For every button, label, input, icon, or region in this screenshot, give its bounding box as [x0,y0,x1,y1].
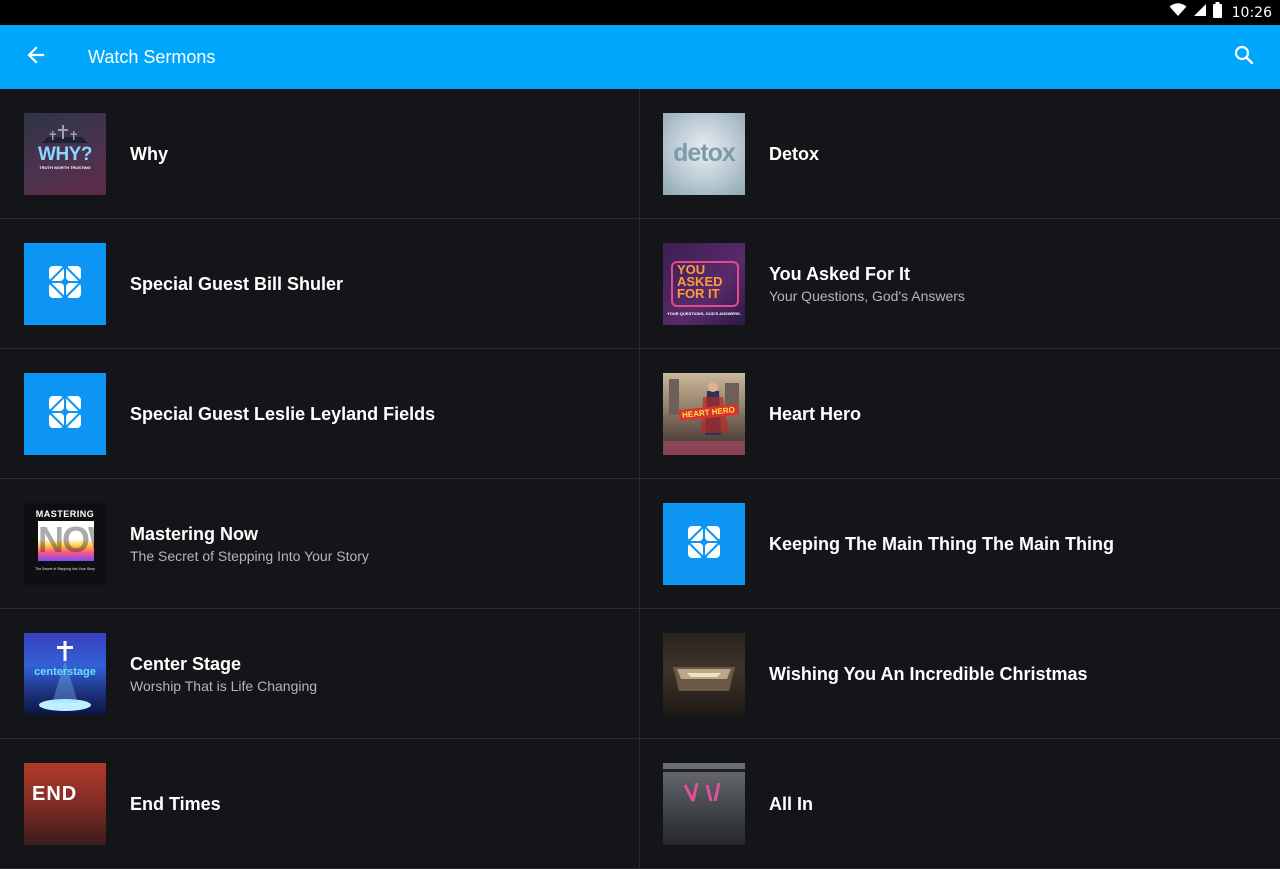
sermon-item-keeping-the-main-thing[interactable]: Keeping The Main Thing The Main Thing [640,479,1280,609]
sermon-item-you-asked-for-it[interactable]: YOU ASKED FOR IT YOUR QUESTIONS, GOD'S A… [640,219,1280,349]
sermon-title: You Asked For It [769,263,911,284]
sermon-subtitle: Worship That is Life Changing [130,677,318,694]
sermon-item-all-in[interactable]: All In [640,739,1280,869]
sermon-subtitle: The Secret of Stepping Into Your Story [130,547,369,564]
sermon-title: Special Guest Leslie Leyland Fields [130,404,436,424]
page-title: Watch Sermons [88,47,216,67]
sermon-title: Why [130,144,168,164]
sermon-item-bill-shuler[interactable]: Special Guest Bill Shuler [0,219,640,349]
sermon-thumbnail: END [24,763,106,845]
thumbnail-subtitle: The Secret of Stepping Into Your Story [35,567,95,571]
search-button[interactable] [1228,41,1260,73]
sermon-thumbnail: MASTERING NOW The Secret of Stepping Int… [24,503,106,585]
sermon-item-heart-hero[interactable]: HEART HERO Heart Hero [640,349,1280,479]
sermon-title: All In [769,794,813,814]
church-logo-icon [47,394,83,435]
sermon-thumbnail: detox [663,113,745,195]
sermon-thumbnail [663,503,745,585]
church-logo-icon [47,264,83,305]
sermon-thumbnail [24,243,106,325]
back-button[interactable] [20,41,52,73]
sermon-grid: WHY? TRUTH WORTH TRUSTING Why detox Deto… [0,89,1280,869]
sermon-item-center-stage[interactable]: centerstage Center Stage Worship That is… [0,609,640,739]
app-bar: Watch Sermons [0,25,1280,89]
thumbnail-title-main: NOW [38,519,106,560]
thumbnail-title: centerstage [34,666,96,678]
thumbnail-title: MASTERING [35,509,95,519]
sermon-title: Keeping The Main Thing The Main Thing [769,534,1114,554]
search-icon [1234,45,1254,70]
church-logo-icon [686,524,722,565]
sermon-title: Detox [769,144,820,164]
sermon-item-why[interactable]: WHY? TRUTH WORTH TRUSTING Why [0,89,640,219]
wifi-icon [1169,3,1187,22]
sermon-title: Heart Hero [769,404,862,424]
thumbnail-subtitle: TRUTH WORTH TRUSTING [39,165,91,170]
arrow-back-icon [26,45,46,70]
sermon-subtitle: Your Questions, God's Answers [769,287,965,304]
sermon-title: End Times [130,794,221,814]
sermon-thumbnail [663,763,745,845]
sermon-item-leslie-leyland-fields[interactable]: Special Guest Leslie Leyland Fields [0,349,640,479]
sermon-thumbnail: centerstage [24,633,106,715]
sermon-title: Wishing You An Incredible Christmas [769,664,1088,684]
sermon-thumbnail: WHY? TRUTH WORTH TRUSTING [24,113,106,195]
sermon-title: Mastering Now [130,523,259,544]
status-bar: 10:26 [0,0,1280,25]
battery-icon [1212,2,1222,23]
thumbnail-subtitle: YOUR QUESTIONS, GOD'S ANSWERS. [667,311,741,316]
sermon-thumbnail [24,373,106,455]
thumbnail-title: WHY? [38,144,92,165]
sermon-item-end-times[interactable]: END End Times [0,739,640,869]
sermon-item-mastering-now[interactable]: MASTERING NOW The Secret of Stepping Int… [0,479,640,609]
status-time: 10:26 [1231,4,1272,21]
signal-icon [1193,3,1207,22]
sermon-thumbnail [663,633,745,715]
thumbnail-title: detox [673,139,736,167]
sermon-item-incredible-christmas[interactable]: Wishing You An Incredible Christmas [640,609,1280,739]
thumbnail-title: END [32,783,78,805]
sermon-thumbnail: HEART HERO [663,373,745,455]
sermon-item-detox[interactable]: detox Detox [640,89,1280,219]
sermon-title: Special Guest Bill Shuler [130,274,344,294]
sermon-title: Center Stage [130,653,242,674]
sermon-thumbnail: YOU ASKED FOR IT YOUR QUESTIONS, GOD'S A… [663,243,745,325]
thumbnail-title: YOU ASKED FOR IT [677,262,723,301]
